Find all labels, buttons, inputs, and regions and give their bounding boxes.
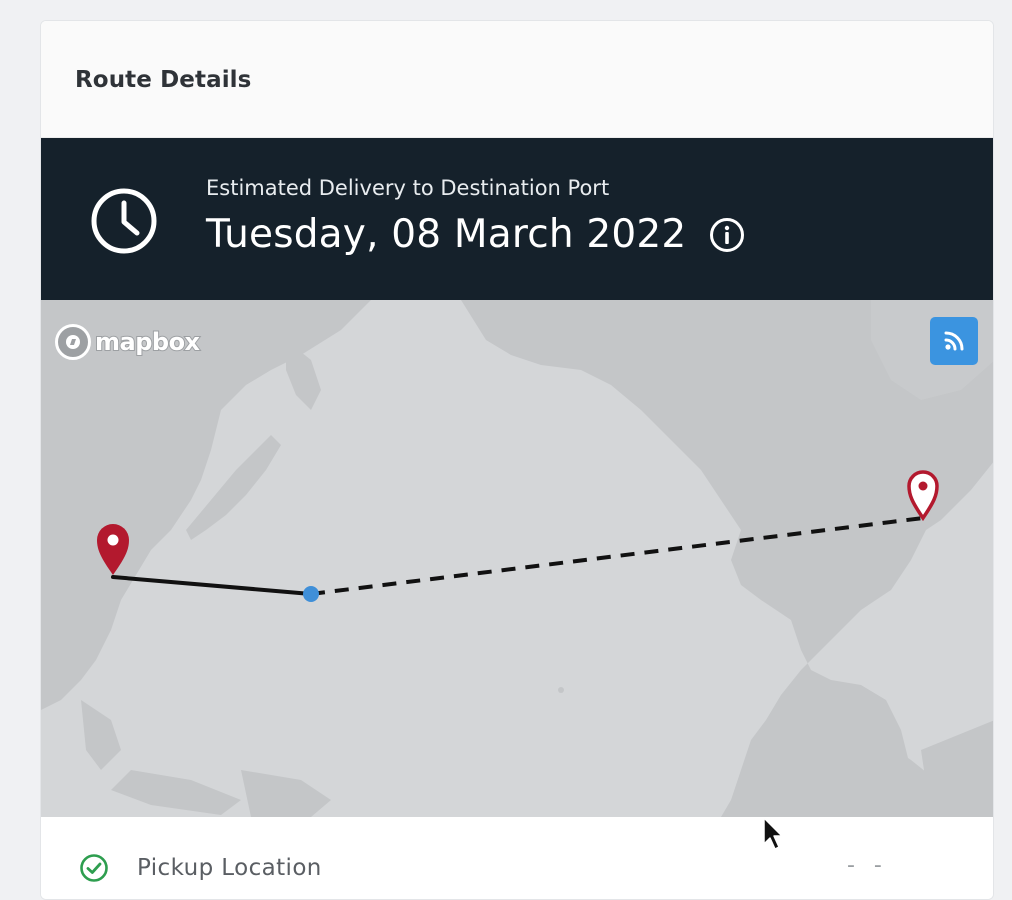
route-details-list: Pickup Location - - <box>41 817 993 899</box>
live-tracking-button[interactable] <box>930 317 978 365</box>
card-title: Route Details <box>75 67 252 93</box>
eta-row: Tuesday, 08 March 2022 <box>206 212 746 257</box>
info-icon[interactable] <box>708 216 746 254</box>
pickup-location-value: - - <box>847 853 888 878</box>
current-position-dot <box>303 586 319 602</box>
eta-date: Tuesday, 08 March 2022 <box>206 212 687 257</box>
card-header: Route Details <box>41 21 993 138</box>
check-circle-icon <box>80 854 108 882</box>
mapbox-attribution: mapbox <box>94 327 201 357</box>
pickup-location-row: Pickup Location <box>79 853 322 883</box>
mapbox-logo-icon <box>55 324 91 360</box>
route-map[interactable]: mapbox <box>41 300 993 817</box>
clock-icon <box>91 188 157 254</box>
eta-label: Estimated Delivery to Destination Port <box>206 176 610 200</box>
route-details-card: Route Details Estimated Delivery to Dest… <box>40 20 994 900</box>
rss-icon <box>944 331 964 351</box>
basemap <box>41 300 993 817</box>
eta-banner: Estimated Delivery to Destination Port T… <box>41 138 993 300</box>
mapbox-logo[interactable]: mapbox <box>55 324 201 360</box>
pickup-location-label: Pickup Location <box>137 855 322 881</box>
land-hawaii <box>558 687 564 693</box>
